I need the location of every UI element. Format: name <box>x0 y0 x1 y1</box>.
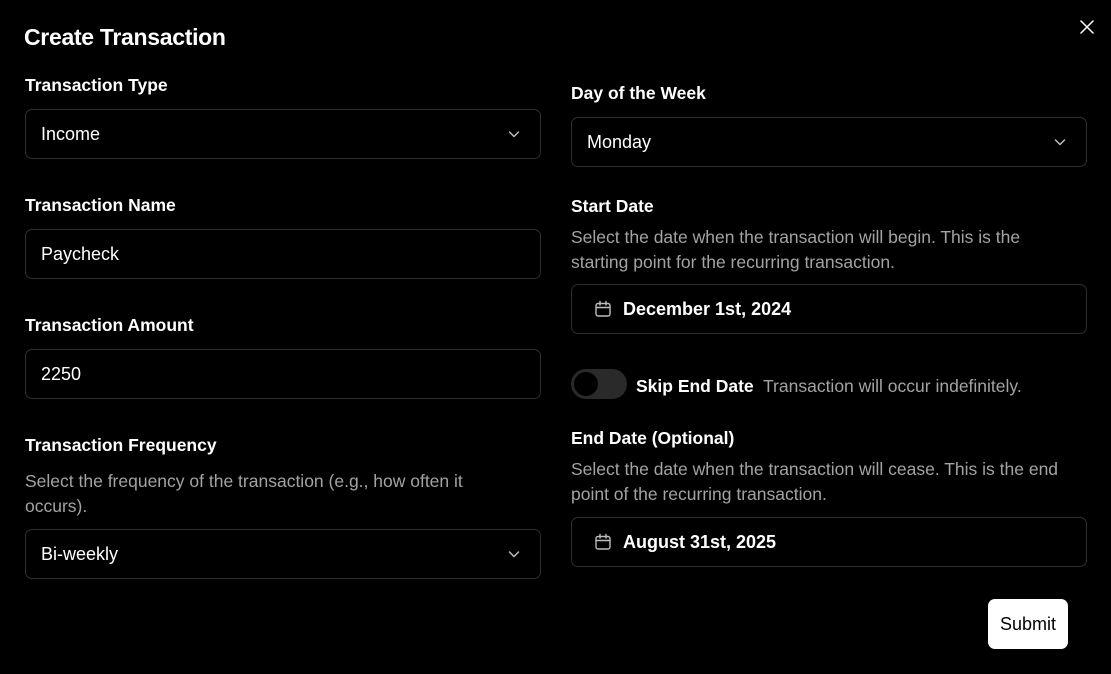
transaction-name-input[interactable]: Paycheck <box>25 229 541 279</box>
day-of-week-label: Day of the Week <box>571 83 706 103</box>
transaction-frequency-description: Select the frequency of the transaction … <box>25 471 463 516</box>
transaction-amount-value: 2250 <box>41 363 82 384</box>
create-transaction-dialog: Create Transaction Transaction Type Inco… <box>0 0 1111 674</box>
skip-end-date-toggle[interactable] <box>571 369 627 399</box>
transaction-name-label: Transaction Name <box>25 195 176 215</box>
chevron-down-icon <box>506 126 522 142</box>
dialog-title: Create Transaction <box>24 24 226 50</box>
end-date-description: Select the date when the transaction wil… <box>571 459 1059 504</box>
transaction-amount-label: Transaction Amount <box>25 315 194 335</box>
calendar-icon <box>594 533 612 551</box>
transaction-type-label: Transaction Type <box>25 75 168 95</box>
toggle-knob <box>574 372 598 396</box>
transaction-type-value: Income <box>41 123 101 144</box>
start-date-picker[interactable]: December 1st, 2024 <box>571 284 1087 334</box>
close-icon[interactable] <box>1077 17 1097 37</box>
end-date-label: End Date (Optional) <box>571 428 735 448</box>
day-of-week-select[interactable]: Monday <box>571 117 1087 167</box>
start-date-value: December 1st, 2024 <box>623 298 792 319</box>
chevron-down-icon <box>506 546 522 562</box>
transaction-type-select[interactable]: Income <box>25 109 541 159</box>
day-of-week-value: Monday <box>587 131 652 152</box>
submit-button[interactable]: Submit <box>988 599 1068 649</box>
chevron-down-icon <box>1052 134 1068 150</box>
start-date-description: Select the date when the transaction wil… <box>571 227 1021 272</box>
transaction-frequency-select[interactable]: Bi-weekly <box>25 529 541 579</box>
start-date-label: Start Date <box>571 196 654 216</box>
transaction-frequency-label: Transaction Frequency <box>25 435 217 455</box>
end-date-picker[interactable]: August 31st, 2025 <box>571 517 1087 567</box>
calendar-icon <box>594 300 612 318</box>
transaction-frequency-value: Bi-weekly <box>41 543 119 564</box>
skip-end-date-label: Skip End Date <box>636 376 754 396</box>
transaction-name-value: Paycheck <box>41 243 120 264</box>
transaction-amount-input[interactable]: 2250 <box>25 349 541 399</box>
end-date-value: August 31st, 2025 <box>623 531 777 552</box>
skip-end-date-description: Transaction will occur indefinitely. <box>763 376 1022 396</box>
